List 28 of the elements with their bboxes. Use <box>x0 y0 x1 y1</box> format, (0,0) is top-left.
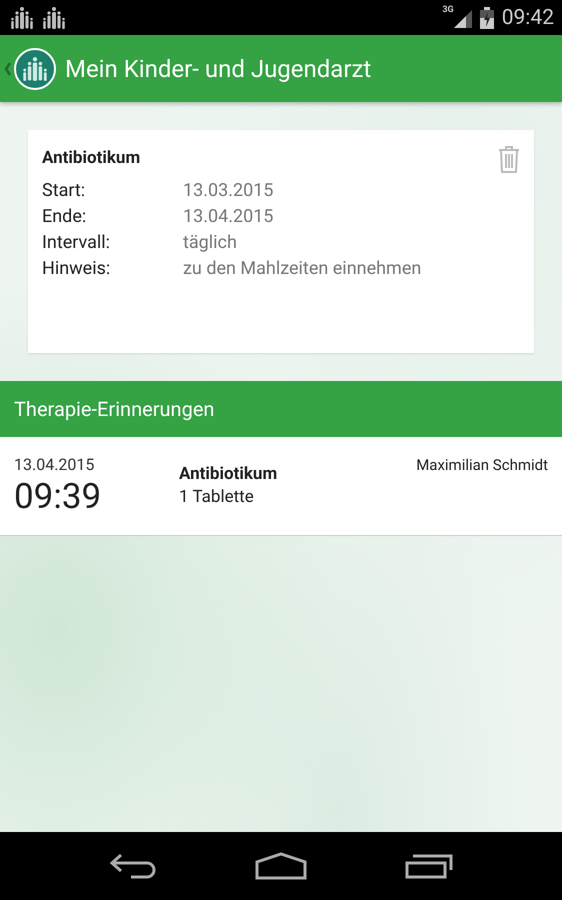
app-title: Mein Kinder- und Jugendarzt <box>65 54 372 82</box>
field-label: Hinweis: <box>42 258 112 279</box>
reminder-date: 13.04.2015 <box>14 455 96 474</box>
battery-icon <box>480 6 494 28</box>
reminder-row[interactable]: 13.04.2015 09:39 Antibiotikum 1 Tablette Maximilian Schmidt <box>0 437 562 536</box>
family-icon <box>22 56 48 82</box>
field-label: Intervall: <box>42 232 112 253</box>
medication-name: Antibiotikum <box>179 464 278 484</box>
field-label: Ende: <box>42 206 88 227</box>
dose-text: 1 Tablette <box>179 487 255 507</box>
recent-apps-icon[interactable] <box>405 853 453 879</box>
field-label: Start: <box>42 180 86 201</box>
clock: 09:42 <box>502 6 554 30</box>
back-icon[interactable] <box>109 853 157 879</box>
app-notification-icon <box>42 6 66 30</box>
field-value: 13.03.2015 <box>183 180 274 201</box>
app-notification-icon <box>10 6 34 30</box>
field-value: zu den Mahlzeiten einnehmen <box>183 258 422 279</box>
patient-name: Maximilian Schmidt <box>416 456 548 474</box>
field-value: 13.04.2015 <box>183 206 274 227</box>
signal-icon <box>454 8 472 28</box>
chevron-left-icon <box>4 60 12 76</box>
section-title: Therapie-Erinnerungen <box>14 397 214 421</box>
medication-name: Antibiotikum <box>42 148 140 168</box>
field-value: täglich <box>183 232 238 253</box>
home-icon[interactable] <box>255 852 307 880</box>
network-label: 3G <box>442 5 454 15</box>
reminder-time: 09:39 <box>14 476 102 517</box>
